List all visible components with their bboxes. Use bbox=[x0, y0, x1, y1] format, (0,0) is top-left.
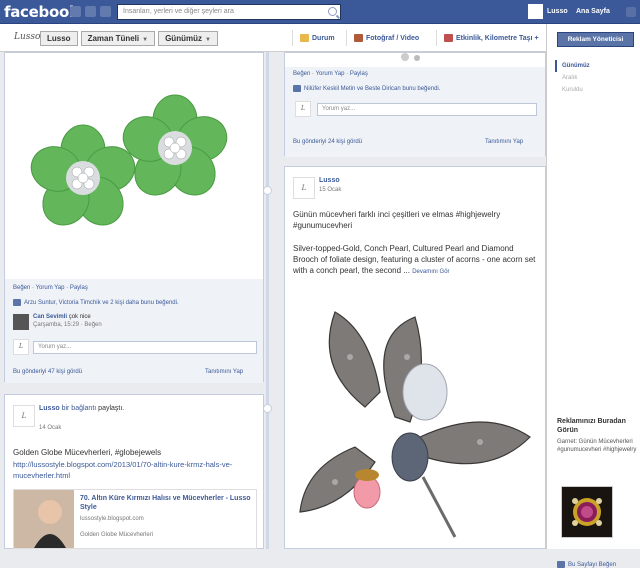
post-footer: Beğen · Yorum Yap · Paylaş Arzu Suntur, … bbox=[5, 279, 263, 383]
comment-author[interactable]: Can Sevimli bbox=[33, 314, 67, 320]
promote-link[interactable]: Tanıtımını Yap bbox=[205, 369, 243, 375]
post-brooch: L Lusso 15 Ocak Günün mücevheri farklı i… bbox=[284, 166, 546, 549]
year-item-founded[interactable]: Kuruldu bbox=[555, 84, 590, 96]
crumb-timeline[interactable]: Zaman Tüneli ▼ bbox=[80, 31, 156, 46]
search-placeholder: İnsanları, yerleri ve diğer şeyleri ara bbox=[123, 8, 234, 15]
thumbs-up-icon bbox=[557, 561, 565, 568]
top-bar: facebook İnsanları, yerleri ve diğer şey… bbox=[0, 0, 640, 24]
page-avatar-small: L bbox=[13, 339, 29, 355]
post-header: Lusso bir bağlantı paylaştı. bbox=[39, 405, 125, 412]
year-navigator: Günümüz Aralık Kuruldu bbox=[555, 60, 590, 96]
right-sidebar: Reklam Yöneticisi Günümüz Aralık Kuruldu… bbox=[546, 24, 640, 568]
commenter-avatar[interactable] bbox=[13, 314, 29, 330]
messages-icon[interactable] bbox=[85, 6, 96, 17]
likes-summary[interactable]: Arzu Suntur, Victoria Timchik ve 2 kişi … bbox=[13, 299, 179, 306]
link-thumbnail[interactable] bbox=[14, 490, 74, 548]
composer-status[interactable]: Durum bbox=[300, 34, 335, 42]
post-reach[interactable]: Bu gönderiyi 24 kişi gördü bbox=[293, 139, 362, 145]
facebook-logo[interactable]: facebook bbox=[4, 3, 79, 21]
post-text-2: Silver-topped-Gold, Conch Pearl, Culture… bbox=[293, 244, 536, 275]
link-preview[interactable]: 70. Altın Küre Kırmızı Halısı ve Mücevhe… bbox=[13, 489, 257, 549]
settings-gear-icon[interactable] bbox=[626, 7, 636, 17]
link-description: Golden Globe Mücevherleri bbox=[80, 532, 154, 538]
camera-icon bbox=[354, 34, 363, 42]
post-date[interactable]: 15 Ocak bbox=[319, 187, 341, 193]
notifications-icon[interactable] bbox=[100, 6, 111, 17]
home-link[interactable]: Ana Sayfa bbox=[576, 8, 610, 15]
timeline-spine bbox=[266, 52, 269, 549]
friend-requests-icon[interactable] bbox=[70, 6, 81, 17]
link-title[interactable]: 70. Altın Küre Kırmızı Halısı ve Mücevhe… bbox=[80, 494, 252, 512]
profile-avatar[interactable] bbox=[528, 4, 543, 19]
divider bbox=[346, 30, 347, 46]
post-actions[interactable]: Beğen · Yorum Yap · Paylaş bbox=[13, 285, 88, 291]
ad-manager-button[interactable]: Reklam Yöneticisi bbox=[557, 32, 634, 47]
post-date[interactable]: 14 Ocak bbox=[39, 425, 61, 431]
comment-input[interactable]: Yorum yaz... bbox=[317, 103, 537, 116]
chevron-down-icon: ▼ bbox=[142, 37, 149, 43]
flag-icon bbox=[444, 34, 453, 42]
author-avatar[interactable]: L bbox=[13, 405, 35, 427]
post-link-share: L Lusso bir bağlantı paylaştı. 14 Ocak G… bbox=[4, 394, 264, 549]
thumbs-up-icon bbox=[293, 85, 301, 92]
post-actions[interactable]: Beğen · Yorum Yap · Paylaş bbox=[293, 71, 368, 77]
profile-link[interactable]: Lusso bbox=[547, 8, 568, 15]
post-jade-earrings: Beğen · Yorum Yap · Paylaş Arzu Suntur, … bbox=[4, 52, 264, 383]
status-pencil-icon bbox=[300, 34, 309, 42]
notification-jewels bbox=[70, 6, 111, 17]
comment-text: çok nice bbox=[68, 314, 91, 320]
divider bbox=[436, 30, 437, 46]
timeline-marker[interactable] bbox=[263, 186, 272, 195]
right-earring bbox=[122, 94, 228, 196]
thumbs-up-icon bbox=[13, 299, 21, 306]
post-previous: Beğen · Yorum Yap · Paylaş Nilüfer Keski… bbox=[284, 52, 546, 157]
composer-photo[interactable]: Fotoğraf / Video bbox=[354, 34, 419, 42]
post-url[interactable]: http://lussostyle.blogspot.com/2013/01/7… bbox=[13, 459, 257, 481]
year-item-now[interactable]: Günümüz bbox=[555, 60, 590, 72]
crumb-page[interactable]: Lusso bbox=[40, 31, 78, 46]
link-domain: lussostyle.blogspot.com bbox=[80, 516, 144, 522]
ad-like-button[interactable]: Bu Sayfayı Beğen bbox=[557, 561, 616, 568]
chevron-down-icon: ▼ bbox=[204, 37, 211, 43]
search-icon[interactable] bbox=[328, 7, 337, 16]
author-avatar[interactable]: L bbox=[293, 177, 315, 199]
ads-title[interactable]: Reklamınızı Buradan Görün bbox=[557, 417, 635, 435]
post-footer: Beğen · Yorum Yap · Paylaş Nilüfer Keski… bbox=[285, 67, 545, 157]
ad-jewel-image[interactable] bbox=[561, 486, 613, 538]
likes-summary[interactable]: Nilüfer Keskil Metin ve Beste Dirican bu… bbox=[293, 85, 440, 92]
page-avatar-small: L bbox=[295, 101, 311, 117]
post-image[interactable] bbox=[5, 53, 263, 279]
timeline-marker[interactable] bbox=[263, 404, 272, 413]
year-item-december[interactable]: Aralık bbox=[555, 72, 590, 84]
composer-event[interactable]: Etkinlik, Kilometre Taşı + bbox=[444, 34, 539, 42]
see-more-link[interactable]: Devamını Gör bbox=[412, 269, 449, 275]
post-text: Golden Globe Mücevherleri, #globejewels bbox=[13, 448, 162, 457]
post-author[interactable]: Lusso bbox=[39, 405, 60, 412]
post-image[interactable] bbox=[285, 53, 545, 67]
divider bbox=[292, 30, 293, 46]
post-image[interactable] bbox=[295, 297, 537, 547]
post-author[interactable]: Lusso bbox=[319, 177, 340, 184]
ad-description[interactable]: Garnet: Günün Mücevherleri #gunumucevher… bbox=[557, 438, 637, 454]
search-input[interactable]: İnsanları, yerleri ve diğer şeyleri ara bbox=[117, 4, 341, 20]
crumb-now[interactable]: Günümüz ▼ bbox=[158, 31, 218, 46]
page-logo[interactable]: Lusso bbox=[14, 32, 40, 46]
comment-meta: Çarşamba, 15:29 · Beğen bbox=[33, 322, 102, 328]
timeline-nav-bar: Lusso Lusso Zaman Tüneli ▼ Günümüz ▼ Durum… bbox=[0, 24, 546, 52]
comment: Can Sevimli çok nice Çarşamba, 15:29 · B… bbox=[33, 314, 102, 328]
shared-link-label[interactable]: bir bağlantı bbox=[62, 405, 97, 412]
comment-input[interactable]: Yorum yaz... bbox=[33, 341, 257, 354]
post-reach[interactable]: Bu gönderiyi 47 kişi gördü bbox=[13, 369, 82, 375]
promote-link[interactable]: Tanıtımını Yap bbox=[485, 139, 523, 145]
post-text-1: Günün mücevheri farklı inci çeşitleri ve… bbox=[293, 210, 501, 230]
breadcrumb: Lusso Zaman Tüneli ▼ Günümüz ▼ bbox=[40, 31, 218, 46]
